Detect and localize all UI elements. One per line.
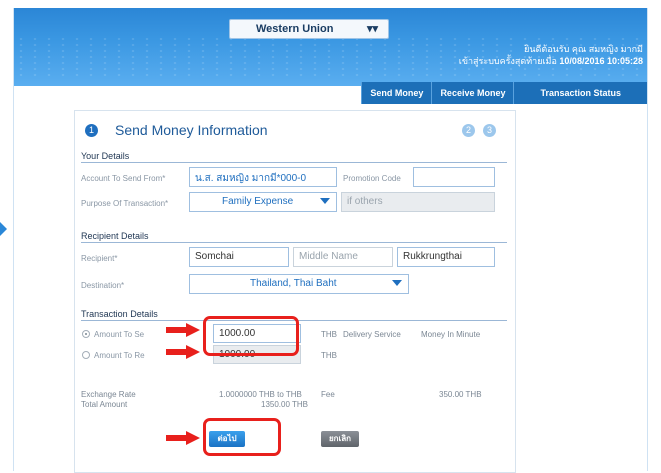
welcome-text: ยินดีต้อนรับ คุณ สมหญิง มากมี — [524, 44, 643, 54]
last-login-datetime: 10/08/2016 10:05:28 — [559, 56, 643, 66]
total-amount-value: 1350.00 THB — [261, 400, 308, 409]
account-value: น.ส. สมหญิง มากมี*000-0 — [195, 173, 307, 184]
amount-send-label: Amount To Se — [94, 330, 145, 339]
promo-code-input[interactable] — [413, 167, 495, 187]
promo-label: Promotion Code — [343, 174, 401, 183]
amount-receive-currency: THB — [321, 351, 337, 360]
tab-receive-money[interactable]: Receive Money — [431, 82, 514, 104]
last-login-label: เข้าสู่ระบบครั้งสุดท้ายเมื่อ — [458, 56, 557, 66]
exchange-rate-label: Exchange Rate — [81, 390, 136, 399]
step-indicator-2: 2 — [462, 124, 475, 137]
section-your-details: Your Details — [81, 151, 507, 163]
tab-transaction-status[interactable]: Transaction Status — [513, 82, 647, 104]
amount-receive-label: Amount To Re — [94, 351, 145, 360]
section-recipient-details: Recipient Details — [81, 231, 507, 243]
step-indicator-3: 3 — [483, 124, 496, 137]
last-login: เข้าสู่ระบบครั้งสุดท้ายเมื่อ 10/08/2016 … — [459, 55, 643, 67]
delivery-value: Money In Minute — [421, 330, 481, 339]
service-select[interactable]: Western Union ▾▾ — [229, 19, 389, 39]
page-title: Send Money Information — [115, 122, 268, 138]
purpose-value: Family Expense — [222, 196, 294, 207]
double-chevron-down-icon: ▾▾ — [366, 23, 378, 35]
amount-send-radio[interactable] — [82, 330, 90, 338]
nav-tabs: Send Money Receive Money Transaction Sta… — [361, 82, 647, 104]
destination-value: Thailand, Thai Baht — [250, 278, 337, 289]
service-select-label: Western Union — [256, 23, 334, 35]
tab-send-money[interactable]: Send Money — [361, 82, 432, 104]
purpose-other-placeholder: if others — [347, 196, 383, 207]
delivery-label: Delivery Service — [343, 330, 401, 339]
dropdown-arrow-icon — [392, 280, 402, 286]
fee-value: 350.00 THB — [439, 390, 482, 399]
first-name-input[interactable]: Somchai — [189, 247, 289, 267]
fee-label: Fee — [321, 390, 335, 399]
destination-select[interactable]: Thailand, Thai Baht — [189, 274, 409, 294]
middle-name-input[interactable]: Middle Name — [293, 247, 393, 267]
panel-header: 1 Send Money Information 2 3 — [75, 111, 515, 145]
recipient-label: Recipient* — [81, 254, 118, 263]
cancel-button[interactable]: ยกเลิก — [321, 431, 359, 447]
highlight-box-amounts — [203, 316, 299, 356]
destination-label: Destination* — [81, 281, 125, 290]
red-arrow-icon — [166, 431, 200, 445]
header-bar: Western Union ▾▾ ยินดีต้อนรับ คุณ สมหญิง… — [14, 8, 647, 86]
purpose-select[interactable]: Family Expense — [189, 192, 337, 212]
user-info: ยินดีต้อนรับ คุณ สมหญิง มากมี เข้าสู่ระบ… — [459, 43, 643, 67]
account-label: Account To Send From* — [81, 174, 166, 183]
send-money-panel: 1 Send Money Information 2 3 Your Detail… — [74, 110, 516, 473]
account-select[interactable]: น.ส. สมหญิง มากมี*000-0 — [189, 167, 337, 187]
purpose-other-input[interactable]: if others — [341, 192, 495, 212]
side-arrow-icon — [0, 222, 7, 236]
last-name-input[interactable]: Rukkrungthai — [397, 247, 495, 267]
exchange-rate-value: 1.0000000 THB to THB — [219, 390, 302, 399]
red-arrow-icon — [166, 323, 200, 337]
step-indicator-current: 1 — [85, 124, 98, 137]
highlight-box-next — [203, 418, 281, 456]
amount-receive-radio[interactable] — [82, 351, 90, 359]
dropdown-arrow-icon — [320, 198, 330, 204]
amount-send-currency: THB — [321, 330, 337, 339]
red-arrow-icon — [166, 345, 200, 359]
total-amount-label: Total Amount — [81, 400, 128, 409]
purpose-label: Purpose Of Transaction* — [81, 199, 169, 208]
